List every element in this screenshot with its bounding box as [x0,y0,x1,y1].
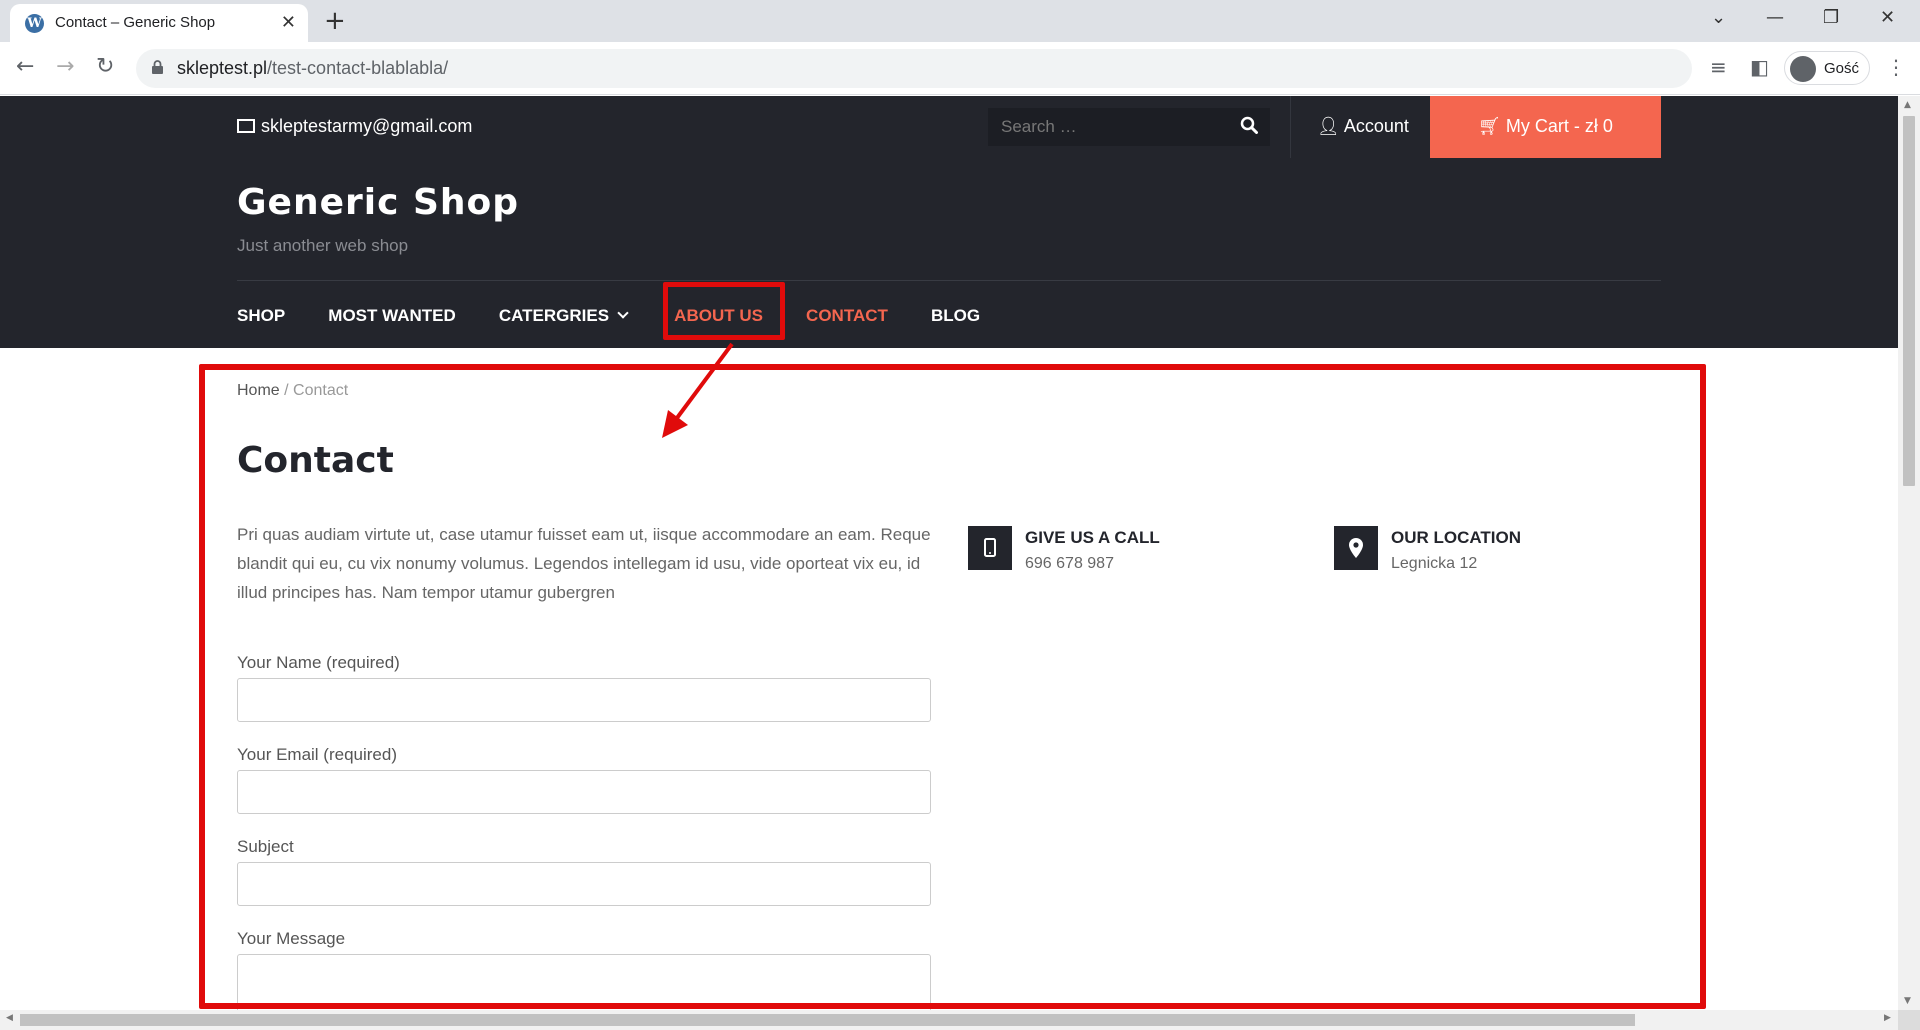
wordpress-favicon-icon: W [25,14,44,33]
tab-search-chevron-icon[interactable]: ⌄ [1711,7,1726,28]
main-menu: SHOP MOST WANTED CATERGRIES ABOUT US CON… [237,306,1018,326]
forward-arrow-icon[interactable]: → [56,55,74,79]
site-title[interactable]: Generic Shop [237,182,519,223]
cart-icon: 🛒︎ [1478,116,1501,136]
browser-tab-bar: W Contact – Generic Shop ✕ + ⌄ — ❐ ✕ [0,0,1920,42]
new-tab-button[interactable]: + [324,6,346,36]
close-window-button[interactable]: ✕ [1880,7,1895,28]
restore-button[interactable]: ❐ [1823,7,1839,28]
browser-tab[interactable]: W Contact – Generic Shop ✕ [10,4,308,42]
menu-item-categories-label: CATERGRIES [498,306,610,325]
horizontal-scroll-thumb[interactable] [20,1014,1635,1026]
email-text: skleptestarmy@gmail.com [261,116,473,136]
cart-button[interactable]: 🛒︎ My Cart - zł 0 [1430,96,1661,158]
site-tagline: Just another web shop [237,236,409,255]
scroll-left-icon[interactable]: ◀ [6,1013,13,1023]
scroll-up-icon[interactable]: ▲ [1904,100,1911,110]
site-search [988,108,1270,146]
header-divider [237,280,1661,281]
page-viewport: skleptestarmy@gmail.com 👤︎ Account 🛒︎ My… [0,96,1898,1010]
avatar [1790,56,1816,82]
cart-label: My Cart - zł 0 [1505,116,1613,136]
account-label: Account [1343,116,1409,136]
site-header: Generic Shop Just another web shop SHOP … [0,158,1898,348]
side-panel-icon[interactable]: ◧ [1750,55,1769,79]
account-link[interactable]: 👤︎ Account [1290,96,1430,158]
search-input[interactable] [988,108,1228,146]
annotation-arrow-icon [662,342,734,438]
tab-close-icon[interactable]: ✕ [281,12,296,33]
kebab-menu-icon[interactable]: ⋮ [1886,55,1906,79]
envelope-icon [237,119,255,133]
address-bar[interactable]: skleptest.pl/test-contact-blablabla/ [136,49,1692,88]
url-domain: skleptest.pl [177,58,268,78]
vertical-scroll-thumb[interactable] [1903,116,1915,486]
url-path: /test-contact-blablabla/ [267,58,449,78]
site-topbar: skleptestarmy@gmail.com 👤︎ Account 🛒︎ My… [0,96,1898,158]
menu-item-most-wanted[interactable]: MOST WANTED [328,306,456,326]
horizontal-scrollbar[interactable]: ◀ ▶ [0,1010,1898,1030]
menu-item-shop[interactable]: SHOP [237,306,285,326]
user-icon: 👤︎ [1317,116,1340,136]
profile-name: Gość [1824,60,1860,77]
chevron-down-icon [617,307,629,319]
lock-icon [152,60,163,74]
email-link[interactable]: skleptestarmy@gmail.com [237,116,472,137]
annotation-about-us-highlight [663,282,785,340]
url-text: skleptest.pl/test-contact-blablabla/ [177,58,448,79]
media-queue-icon[interactable]: ≡ [1710,55,1727,79]
annotation-content-box [199,364,1706,1009]
browser-toolbar: ← → ↻ skleptest.pl/test-contact-blablabl… [0,42,1920,95]
menu-item-contact[interactable]: CONTACT [806,306,888,326]
scroll-right-icon[interactable]: ▶ [1884,1013,1891,1023]
tab-title: Contact – Generic Shop [55,14,216,31]
menu-item-blog[interactable]: BLOG [931,306,980,326]
search-icon[interactable] [1240,116,1258,134]
back-arrow-icon[interactable]: ← [16,55,34,79]
menu-item-categories[interactable]: CATERGRIES [498,306,629,326]
reload-icon[interactable]: ↻ [96,55,114,79]
scrollbar-corner [1898,1010,1920,1030]
vertical-scrollbar[interactable]: ▲ ▼ [1898,96,1920,1010]
scroll-down-icon[interactable]: ▼ [1904,996,1911,1006]
profile-button[interactable]: Gość [1784,51,1870,85]
minimize-button[interactable]: — [1766,7,1784,28]
